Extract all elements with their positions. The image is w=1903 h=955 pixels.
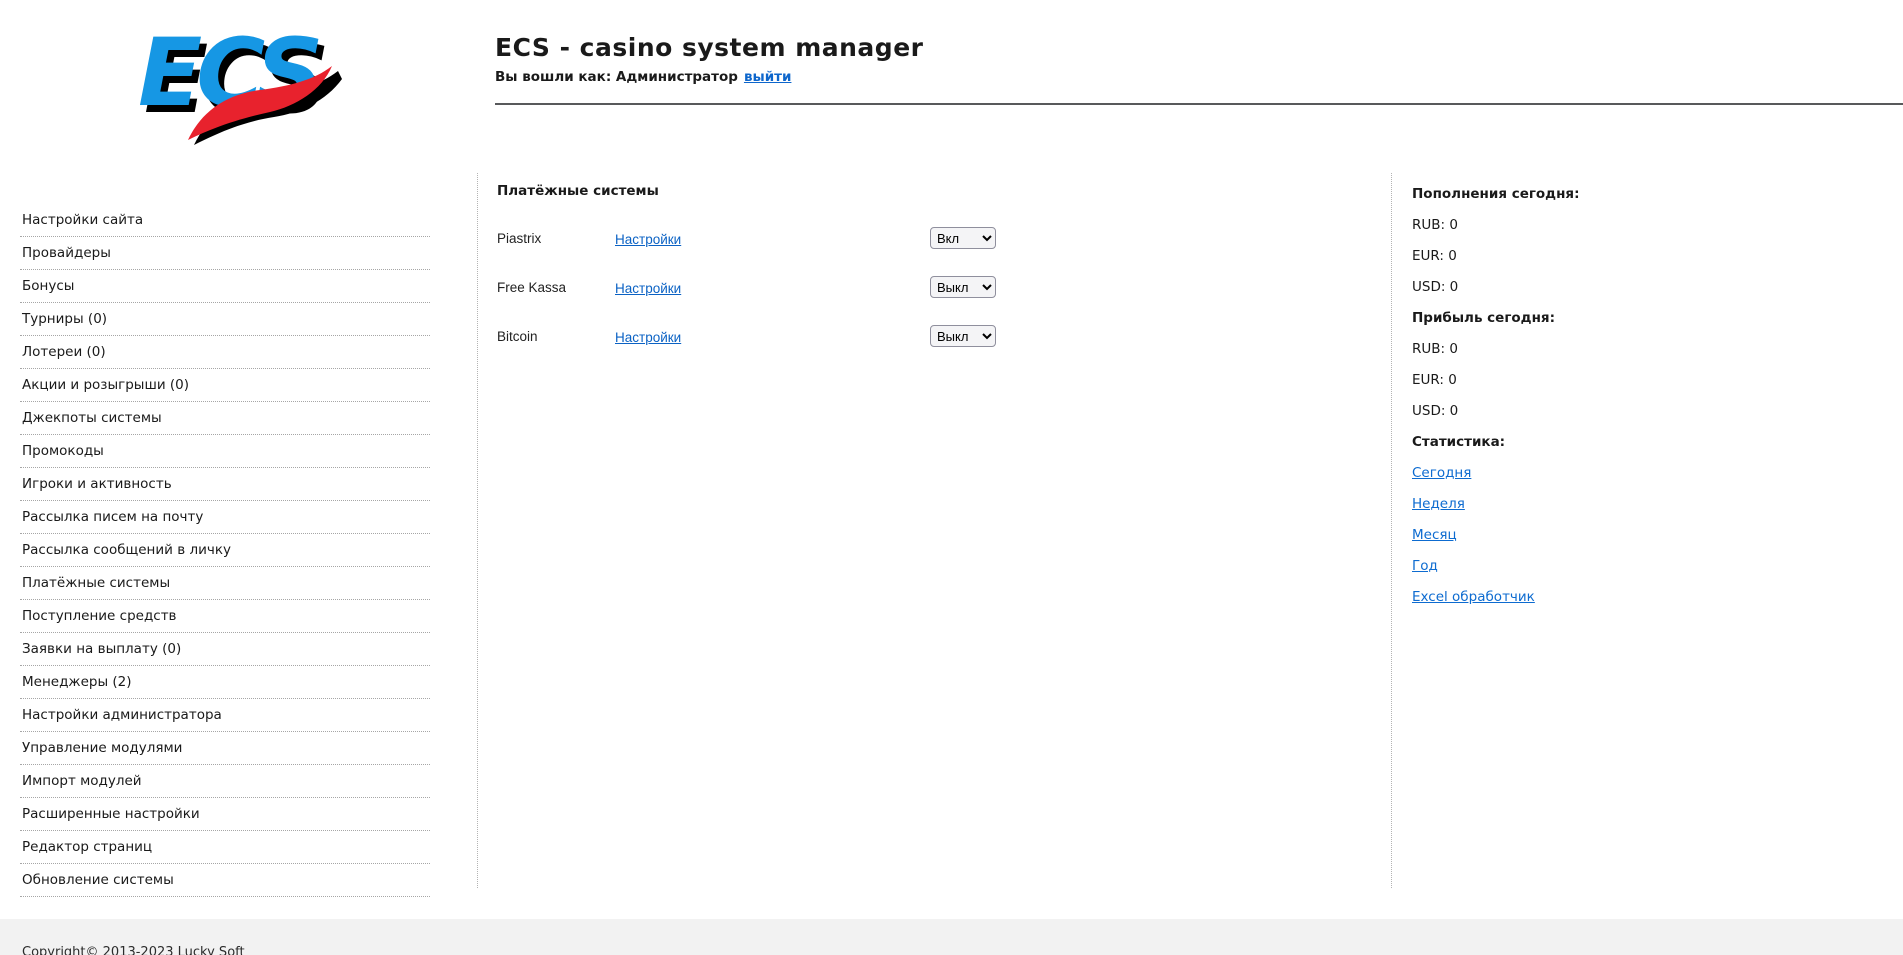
deposits-usd: USD: 0 — [1412, 279, 1459, 295]
statistics-heading: Статистика: — [1412, 434, 1506, 450]
page-title: ECS - casino system manager — [495, 33, 924, 62]
sidebar-item-jackpots[interactable]: Джекпоты системы — [20, 402, 430, 435]
sidebar-item-advanced-settings[interactable]: Расширенные настройки — [20, 798, 430, 831]
sidebar-item-module-management[interactable]: Управление модулями — [20, 732, 430, 765]
login-status-text: Вы вошли как: Администратор — [495, 69, 738, 85]
sidebar-item-payment-systems[interactable]: Платёжные системы — [20, 567, 430, 600]
payment-row-piastrix: Piastrix Настройки Вкл — [497, 227, 1377, 249]
footer: Copyright© 2013-2023 Lucky Soft — [0, 919, 1903, 955]
panel-heading: Платёжные системы — [497, 183, 659, 199]
bitcoin-state-select[interactable]: Выкл — [930, 325, 996, 347]
profit-usd: USD: 0 — [1412, 403, 1459, 419]
sidebar-item-incoming-funds[interactable]: Поступление средств — [20, 600, 430, 633]
sidebar-item-pm-mailing[interactable]: Рассылка сообщений в личку — [20, 534, 430, 567]
payment-name: Free Kassa — [497, 279, 567, 295]
sidebar-item-admin-settings[interactable]: Настройки администратора — [20, 699, 430, 732]
payment-systems-panel: Платёжные системы Piastrix Настройки Вкл… — [497, 183, 1377, 374]
payment-row-freekassa: Free Kassa Настройки Выкл — [497, 276, 1377, 298]
piastrix-state-select[interactable]: Вкл — [930, 227, 996, 249]
sidebar-item-lotteries[interactable]: Лотереи (0) — [20, 336, 430, 369]
stats-today-link[interactable]: Сегодня — [1412, 465, 1471, 481]
copyright-text: Copyright© 2013-2023 Lucky Soft — [22, 945, 245, 955]
deposits-heading: Пополнения сегодня: — [1412, 186, 1580, 202]
ecs-logo: ECS ECS — [138, 19, 342, 145]
sidebar-item-system-update[interactable]: Обновление системы — [20, 864, 430, 897]
logout-link[interactable]: выйти — [744, 69, 792, 85]
profit-rub: RUB: 0 — [1412, 341, 1458, 357]
sidebar-item-module-import[interactable]: Импорт модулей — [20, 765, 430, 798]
stats-month-link[interactable]: Месяц — [1412, 527, 1457, 543]
bitcoin-settings-link[interactable]: Настройки — [615, 330, 681, 345]
header-divider — [495, 103, 1903, 105]
stats-week-link[interactable]: Неделя — [1412, 496, 1465, 512]
sidebar-item-managers[interactable]: Менеджеры (2) — [20, 666, 430, 699]
freekassa-state-select[interactable]: Выкл — [930, 276, 996, 298]
sidebar-item-page-editor[interactable]: Редактор страниц — [20, 831, 430, 864]
sidebar-item-bonuses[interactable]: Бонусы — [20, 270, 430, 303]
sidebar-item-tournaments[interactable]: Турниры (0) — [20, 303, 430, 336]
profit-eur: EUR: 0 — [1412, 372, 1457, 388]
sidebar-item-promotions[interactable]: Акции и розыгрыши (0) — [20, 369, 430, 402]
deposits-rub: RUB: 0 — [1412, 217, 1458, 233]
stats-year-link[interactable]: Год — [1412, 558, 1438, 574]
profit-heading: Прибыль сегодня: — [1412, 310, 1555, 326]
sidebar-menu: Настройки сайта Провайдеры Бонусы Турнир… — [20, 204, 430, 897]
payment-name: Bitcoin — [497, 328, 538, 344]
piastrix-settings-link[interactable]: Настройки — [615, 232, 681, 247]
sidebar-item-providers[interactable]: Провайдеры — [20, 237, 430, 270]
sidebar-item-payout-requests[interactable]: Заявки на выплату (0) — [20, 633, 430, 666]
freekassa-settings-link[interactable]: Настройки — [615, 281, 681, 296]
deposits-eur: EUR: 0 — [1412, 248, 1457, 264]
sidebar-item-players-activity[interactable]: Игроки и активность — [20, 468, 430, 501]
payment-name: Piastrix — [497, 230, 542, 246]
stats-sidebar: Пополнения сегодня: RUB: 0 EUR: 0 USD: 0… — [1412, 185, 1872, 619]
payment-row-bitcoin: Bitcoin Настройки Выкл — [497, 325, 1377, 347]
sidebar-item-email-mailing[interactable]: Рассылка писем на почту — [20, 501, 430, 534]
stats-excel-link[interactable]: Excel обработчик — [1412, 589, 1535, 605]
divider-right — [1391, 173, 1392, 888]
sidebar-item-promocodes[interactable]: Промокоды — [20, 435, 430, 468]
sidebar-item-site-settings[interactable]: Настройки сайта — [20, 204, 430, 237]
divider-left — [477, 173, 478, 888]
